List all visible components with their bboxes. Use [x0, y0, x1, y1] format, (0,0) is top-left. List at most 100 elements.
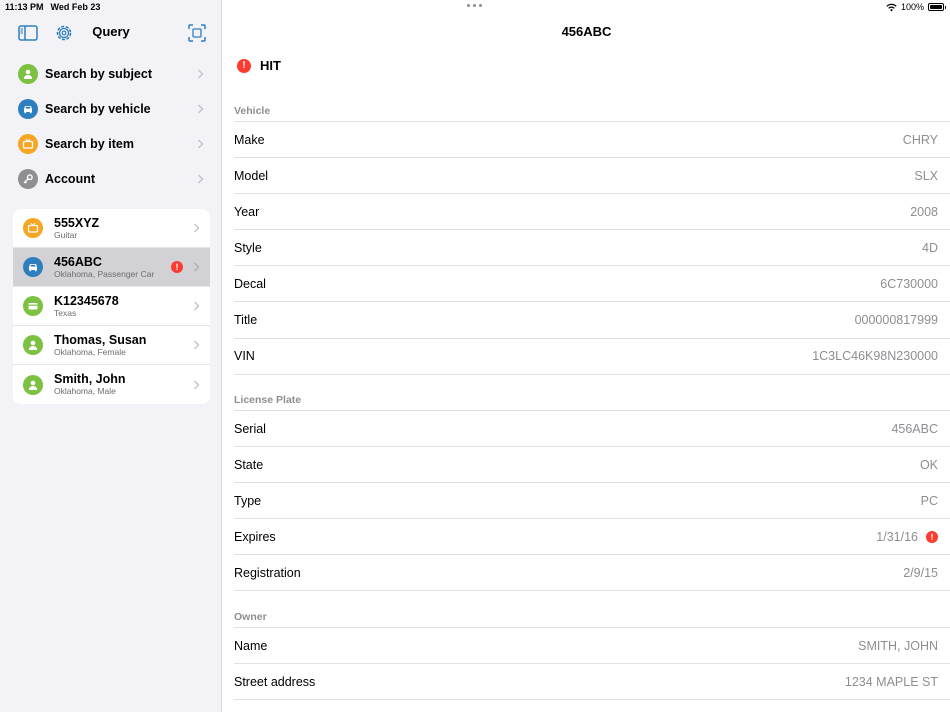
alert-icon: !	[926, 530, 938, 543]
recent-searches-list: 555XYZ Guitar 456ABC Oklahoma, Passenger…	[13, 209, 210, 404]
table-row: Serial 456ABC	[234, 411, 950, 448]
table-row: Style 4D	[234, 230, 950, 267]
row-key: VIN	[234, 349, 255, 364]
table-row: Expires 1/31/16!	[234, 519, 950, 556]
table-row: VIN 1C3LC46K98N230000	[234, 339, 950, 375]
row-value: 6C730000	[880, 276, 938, 291]
vehicle-details: Make CHRY Model SLX Year 2008 Style 4D Decal…	[234, 121, 950, 375]
chevron-right-icon	[198, 174, 204, 183]
chevron-right-icon	[198, 104, 204, 113]
table-row: State OK	[234, 447, 950, 484]
row-key: Year	[234, 204, 260, 219]
list-item[interactable]: K12345678 Texas	[13, 287, 210, 326]
chevron-right-icon	[194, 223, 200, 233]
menu-item-label: Search by subject	[45, 66, 152, 81]
row-key: Expires	[234, 529, 276, 544]
row-value: 2/9/15	[903, 565, 938, 580]
chevron-right-icon	[198, 139, 204, 148]
wifi-icon	[886, 3, 897, 11]
section-header-owner: Owner	[234, 611, 267, 623]
card-icon	[23, 296, 43, 316]
list-item-subtitle: Oklahoma, Passenger Car	[54, 268, 155, 279]
tv-icon	[18, 133, 38, 154]
list-item-subtitle: Oklahoma, Female	[54, 346, 126, 357]
hit-label: HIT	[260, 58, 281, 73]
list-item-subtitle: Oklahoma, Male	[54, 386, 116, 396]
battery-percent: 100%	[900, 2, 924, 12]
chevron-right-icon	[194, 262, 200, 272]
table-row: Year 2008	[234, 194, 950, 231]
list-item-subtitle: Guitar	[54, 229, 78, 240]
list-item-title: K12345678	[54, 293, 119, 308]
menu-item-account[interactable]: Account	[0, 161, 222, 196]
car-icon	[23, 257, 43, 277]
scan-icon[interactable]	[186, 22, 208, 44]
list-item-subtitle: Texas	[54, 307, 77, 318]
car-icon	[18, 98, 38, 119]
battery-icon	[928, 3, 946, 11]
row-key: Style	[234, 240, 262, 255]
row-key: Type	[234, 493, 262, 508]
list-item[interactable]: Smith, John Oklahoma, Male	[13, 365, 210, 404]
section-header-license-plate: License Plate	[234, 394, 302, 406]
row-value: SLX	[914, 168, 938, 183]
row-key: State	[234, 457, 264, 472]
chevron-right-icon	[194, 380, 200, 389]
status-bar-left: 11:13 PM Wed Feb 23	[5, 2, 100, 12]
row-key: Registration	[234, 565, 301, 580]
list-item[interactable]: Thomas, Susan Oklahoma, Female	[13, 326, 210, 365]
table-row: Registration 2/9/15	[234, 555, 950, 592]
table-row: Street address 1234 MAPLE ST	[234, 664, 950, 701]
row-key: Make	[234, 132, 265, 147]
row-value: PC	[920, 493, 938, 508]
row-value: CHRY	[902, 132, 938, 147]
status-date: Wed Feb 23	[50, 2, 101, 12]
detail-pane: 100% 456ABC ! HIT Vehicle Make CHRY Model…	[223, 0, 950, 712]
section-header-vehicle: Vehicle	[234, 105, 271, 117]
row-key: Name	[234, 638, 268, 653]
list-item[interactable]: 555XYZ Guitar	[13, 209, 210, 248]
row-key: Model	[234, 168, 269, 183]
table-row: Type PC	[234, 483, 950, 520]
table-row: Model SLX	[234, 158, 950, 195]
row-key: Serial	[234, 421, 266, 436]
list-item-title: 456ABC	[54, 254, 102, 269]
menu-item-label: Search by item	[45, 136, 134, 151]
menu-item-search-vehicle[interactable]: Search by vehicle	[0, 91, 222, 126]
list-item-title: 555XYZ	[54, 215, 100, 230]
table-row: Title 000000817999	[234, 302, 950, 339]
key-icon	[18, 168, 38, 189]
chevron-right-icon	[198, 69, 204, 78]
search-menu: Search by subject Search by vehicle Sear…	[0, 56, 222, 196]
menu-item-search-item[interactable]: Search by item	[0, 126, 222, 161]
menu-item-label: Account	[45, 171, 95, 186]
list-item[interactable]: 456ABC Oklahoma, Passenger Car !	[13, 248, 210, 287]
row-value: 000000817999	[854, 313, 938, 328]
row-key: Title	[234, 313, 258, 328]
row-value: 1C3LC46K98N230000	[812, 349, 938, 364]
owner-details: Name SMITH, JOHN Street address 1234 MAPLE…	[234, 627, 950, 701]
tv-icon	[23, 218, 43, 238]
status-time: 11:13 PM	[5, 2, 44, 12]
row-value: 4D	[922, 240, 938, 255]
person-icon	[23, 374, 43, 395]
table-row: Make CHRY	[234, 122, 950, 159]
page-title: 456ABC	[561, 24, 612, 39]
row-key: Street address	[234, 674, 316, 689]
table-row: Decal 6C730000	[234, 266, 950, 303]
menu-item-search-subject[interactable]: Search by subject	[0, 56, 222, 91]
person-icon	[23, 335, 43, 355]
alert-icon: !	[171, 261, 183, 273]
row-value: 2008	[910, 204, 938, 219]
license-plate-details: Serial 456ABC State OK Type PC Expires 1/31/…	[234, 410, 950, 592]
row-key: Decal	[234, 276, 266, 291]
multitasking-handle[interactable]	[467, 4, 482, 7]
row-value: SMITH, JOHN	[858, 638, 938, 653]
row-value-with-alert: 1/31/16!	[876, 530, 938, 544]
row-value: 1/31/16	[876, 529, 918, 544]
status-bar-right: 100%	[886, 2, 946, 12]
row-value: OK	[919, 457, 938, 472]
alert-icon: !	[237, 58, 251, 73]
sidebar: 11:13 PM Wed Feb 23 Query Search by subj…	[0, 0, 222, 712]
row-value: 456ABC	[891, 421, 938, 436]
